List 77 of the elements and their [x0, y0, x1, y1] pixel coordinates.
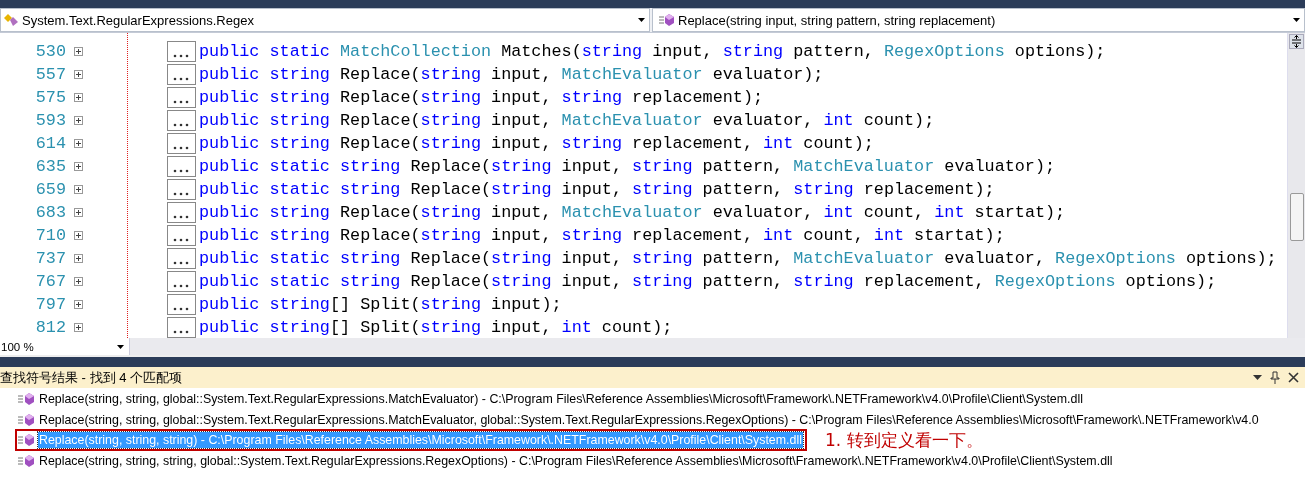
- code-line: public string Replace(string input, string replacement);: [199, 88, 764, 107]
- collapsed-code-icon[interactable]: [167, 41, 196, 62]
- line-number: 812: [34, 318, 66, 337]
- pin-icon[interactable]: [1270, 370, 1280, 385]
- type-dropdown[interactable]: System.Text.RegularExpressions.Regex: [0, 8, 650, 32]
- collapsed-code-icon[interactable]: [167, 133, 196, 154]
- expand-icon[interactable]: [74, 185, 83, 194]
- method-icon: [18, 453, 35, 468]
- code-line: public string Replace(string input, MatchEvaluator evaluator, int count, int startat);: [199, 203, 1066, 222]
- code-line: public static string Replace(string input, string pattern, MatchEvaluator evaluator, RegexOptions options);: [199, 249, 1277, 268]
- caret-icon: [638, 18, 645, 22]
- result-item[interactable]: Replace(string, string, global::System.Text.RegularExpressions.MatchEvaluator, global::System.Text.RegularExpressions.RegexOptions) - C:\Program Files\Reference Assemblies\Microsoft\Framework\.NETFramework\v4.0: [38, 411, 1260, 428]
- expand-icon[interactable]: [74, 47, 83, 56]
- expand-icon[interactable]: [74, 70, 83, 79]
- expand-icon[interactable]: [74, 254, 83, 263]
- collapsed-code-icon[interactable]: [167, 179, 196, 200]
- collapsed-code-icon[interactable]: [167, 248, 196, 269]
- expand-icon[interactable]: [74, 323, 83, 332]
- code-line: public static MatchCollection Matches(string input, string pattern, RegexOptions options);: [199, 42, 1106, 61]
- expand-icon[interactable]: [74, 277, 83, 286]
- expand-icon[interactable]: [74, 231, 83, 240]
- code-line: public string Replace(string input, string replacement, int count);: [199, 134, 874, 153]
- result-item[interactable]: Replace(string, string, string, global::System.Text.RegularExpressions.RegexOptions) - C:\Program Files\Reference Assemblies\Microsoft\Framework\.NETFramework\v4.0\Profile\Client\System.dll: [38, 452, 1114, 469]
- panel-splitter[interactable]: [0, 355, 1305, 367]
- method-icon: [18, 392, 35, 407]
- line-number: 530: [34, 42, 66, 61]
- expand-icon[interactable]: [74, 93, 83, 102]
- line-number: 767: [34, 272, 66, 291]
- vertical-scrollbar[interactable]: [1287, 33, 1305, 338]
- collapsed-code-icon[interactable]: [167, 317, 196, 338]
- expand-icon[interactable]: [74, 162, 83, 171]
- close-icon[interactable]: [1288, 372, 1299, 383]
- line-number: 575: [34, 88, 66, 107]
- expand-icon[interactable]: [74, 208, 83, 217]
- method-icon: [18, 433, 35, 448]
- line-number: 593: [34, 111, 66, 130]
- caret-icon: [117, 344, 124, 349]
- line-number: 683: [34, 203, 66, 222]
- code-line: public static string Replace(string input, string pattern, string replacement, RegexOptions options);: [199, 272, 1217, 291]
- line-number: 614: [34, 134, 66, 153]
- line-number: 797: [34, 295, 66, 314]
- splitter-icon[interactable]: [1289, 34, 1304, 49]
- code-line: public string[] Split(string input, int count);: [199, 318, 673, 337]
- method-icon: [659, 13, 675, 27]
- collapsed-code-icon[interactable]: [167, 87, 196, 108]
- line-number: 710: [34, 226, 66, 245]
- collapsed-code-icon[interactable]: [167, 202, 196, 223]
- horizontal-scrollbar[interactable]: [130, 338, 1305, 355]
- caret-icon: [1293, 18, 1300, 22]
- code-line: public string Replace(string input, MatchEvaluator evaluator, int count);: [199, 111, 935, 130]
- collapsed-code-icon[interactable]: [167, 64, 196, 85]
- line-number: 737: [34, 249, 66, 268]
- expand-icon[interactable]: [74, 116, 83, 125]
- result-item[interactable]: Replace(string, string, global::System.Text.RegularExpressions.MatchEvaluator) - C:\Program Files\Reference Assemblies\Microsoft\Framework\.NETFramework\v4.0\Profile\Client\System.dll: [38, 391, 1084, 408]
- scrollbar-thumb[interactable]: [1290, 193, 1304, 241]
- collapsed-code-icon[interactable]: [167, 225, 196, 246]
- code-line: public string Replace(string input, MatchEvaluator evaluator);: [199, 65, 824, 84]
- line-number: 557: [34, 65, 66, 84]
- code-line: public string Replace(string input, string replacement, int count, int startat);: [199, 226, 1005, 245]
- collapsed-code-icon[interactable]: [167, 156, 196, 177]
- dropdown-icon[interactable]: [1253, 374, 1262, 381]
- code-line: public string[] Split(string input);: [199, 295, 562, 314]
- class-icon: [3, 13, 19, 27]
- collapsed-code-icon[interactable]: [167, 271, 196, 292]
- expand-icon[interactable]: [74, 139, 83, 148]
- line-number: 635: [34, 157, 66, 176]
- member-dropdown[interactable]: Replace(string input, string pattern, string replacement): [652, 8, 1305, 32]
- method-icon: [18, 412, 35, 427]
- collapsed-code-icon[interactable]: [167, 110, 196, 131]
- line-number: 659: [34, 180, 66, 199]
- expand-icon[interactable]: [74, 300, 83, 309]
- code-line: public static string Replace(string input, string pattern, MatchEvaluator evaluator);: [199, 157, 1056, 176]
- annotation-text: 1. 转到定义看一下。: [824, 428, 983, 452]
- code-line: public static string Replace(string input, string pattern, string replacement);: [199, 180, 995, 199]
- collapsed-code-icon[interactable]: [167, 294, 196, 315]
- zoom-dropdown[interactable]: 100 %: [0, 338, 130, 355]
- panel-title: 查找符号结果 - 找到 4 个匹配项: [0, 368, 183, 387]
